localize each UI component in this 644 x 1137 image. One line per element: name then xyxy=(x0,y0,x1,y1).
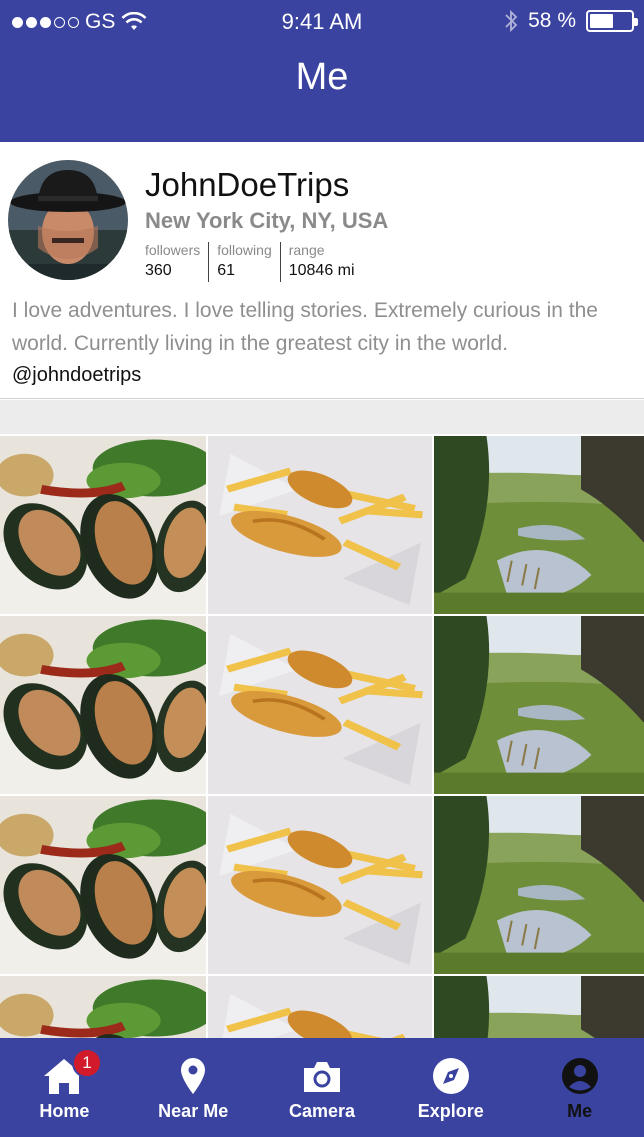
profile-card: JohnDoeTrips New York City, NY, USA foll… xyxy=(0,142,644,399)
fish-and-chips-photo[interactable] xyxy=(208,976,432,1038)
mussels-photo[interactable] xyxy=(0,976,206,1038)
camera-icon xyxy=(303,1062,340,1092)
stat-label: following xyxy=(217,242,272,258)
river-landscape-photo[interactable] xyxy=(434,976,644,1038)
tab-label: Home xyxy=(39,1101,90,1121)
notification-badge: 1 xyxy=(72,1048,102,1078)
tab-label: Camera xyxy=(288,1101,356,1121)
tab-home[interactable]: 1 Home xyxy=(0,1038,129,1137)
tab-bar: 1 Home Near Me Camera Explore Me xyxy=(0,1038,644,1137)
page-title: Me xyxy=(295,56,349,98)
tab-camera[interactable]: Camera xyxy=(258,1038,387,1137)
profile-stats: followers 360 following 61 range 10846 m… xyxy=(145,242,371,282)
stat-followers[interactable]: followers 360 xyxy=(145,242,210,282)
avatar[interactable] xyxy=(8,160,128,280)
stat-following[interactable]: following 61 xyxy=(217,242,281,282)
river-landscape-photo[interactable] xyxy=(434,796,644,974)
fish-and-chips-photo[interactable] xyxy=(208,436,432,614)
tab-label: Explore xyxy=(417,1101,484,1121)
stat-label: followers xyxy=(145,242,201,258)
profile-location: New York City, NY, USA xyxy=(145,208,389,233)
battery-icon xyxy=(586,10,638,32)
river-landscape-photo[interactable] xyxy=(434,436,644,614)
fish-and-chips-photo[interactable] xyxy=(208,616,432,794)
tab-label: Me xyxy=(567,1101,593,1121)
user-icon xyxy=(561,1058,598,1094)
tab-label: Near Me xyxy=(158,1101,229,1121)
bluetooth-icon xyxy=(505,9,518,33)
status-bar: GS 9:41 AM 58 % xyxy=(0,0,644,44)
section-divider xyxy=(0,400,644,434)
tab-near-me[interactable]: Near Me xyxy=(129,1038,258,1137)
river-landscape-photo[interactable] xyxy=(434,616,644,794)
stat-label: range xyxy=(288,242,325,258)
profile-username: JohnDoeTrips xyxy=(145,166,350,203)
stat-value: 10846 mi xyxy=(288,262,355,279)
compass-icon xyxy=(432,1058,469,1094)
battery-percent: 58 % xyxy=(528,9,576,32)
location-pin-icon xyxy=(181,1058,206,1094)
stat-value: 61 xyxy=(217,262,236,279)
stat-value: 360 xyxy=(145,262,172,279)
tab-me[interactable]: Me xyxy=(515,1038,644,1137)
top-bar: GS 9:41 AM 58 % Me xyxy=(0,0,644,142)
tab-explore[interactable]: Explore xyxy=(386,1038,515,1137)
profile-handle[interactable]: @johndoetrips xyxy=(12,364,141,387)
mussels-photo[interactable] xyxy=(0,616,206,794)
photo-grid xyxy=(0,434,644,1038)
mussels-photo[interactable] xyxy=(0,796,206,974)
stat-range: range 10846 mi xyxy=(289,242,363,282)
status-right: 58 % xyxy=(504,9,638,33)
profile-bio: I love adventures. I love telling storie… xyxy=(12,299,598,355)
fish-and-chips-photo[interactable] xyxy=(208,796,432,974)
mussels-photo[interactable] xyxy=(0,436,206,614)
